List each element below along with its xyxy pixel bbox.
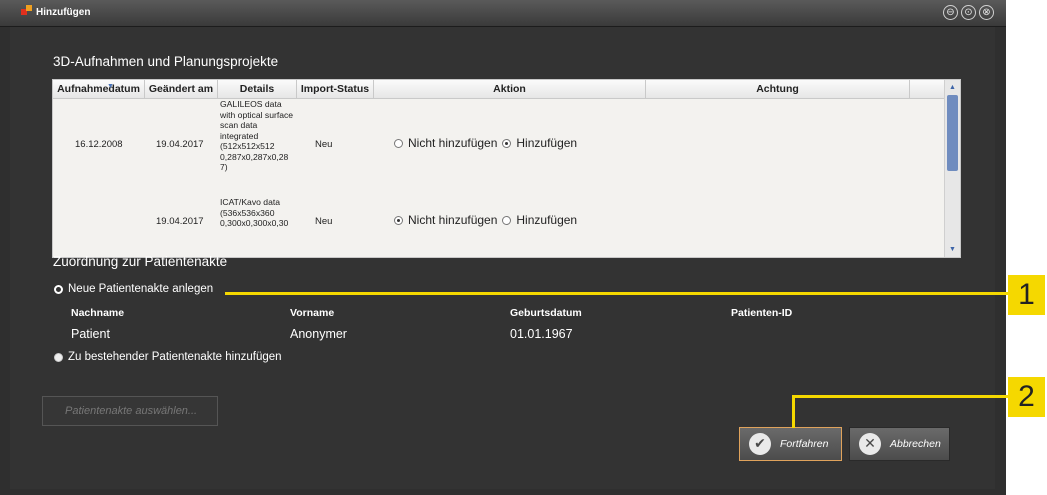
row2-details: ICAT/Kavo data (536x536x360 0,300x0,300x… [220,197,289,228]
row2-add-radio[interactable] [502,215,512,225]
callout-2-badge: 2 [1008,377,1045,417]
cancel-button[interactable]: ✕ Abbrechen [849,427,950,461]
row2-modified-date: 19.04.2017 [156,216,204,227]
patient-firstname: Anonymer [290,327,347,341]
row1-add-radio[interactable] [502,138,512,148]
scroll-down-icon[interactable]: ▼ [947,244,958,255]
existing-record-label[interactable]: Zu bestehender Patientenakte hinzufügen [68,351,282,363]
existing-record-radio[interactable] [54,352,63,362]
row2-skip-radio[interactable] [394,215,403,225]
row1-recorded-date: 16.12.2008 [75,139,123,150]
col-recorded-date[interactable]: ▼ Aufnahmedatum [53,80,145,98]
row1-action-group: Nicht hinzufügen Hinzufügen [394,136,582,150]
select-patient-record-button[interactable]: Patientenakte auswählen... [42,396,218,426]
row1-modified-date: 19.04.2017 [156,139,204,150]
sort-caret-icon: ▼ [107,83,114,90]
new-record-option[interactable]: Neue Patientenakte anlegen [54,283,213,295]
callout-2-line-horizontal [792,395,1011,398]
table-header: ▼ Aufnahmedatum Geändert am Details Impo… [53,80,944,99]
patient-lastname: Patient [71,327,110,341]
col-details[interactable]: Details [218,80,297,98]
app-logo-icon [21,5,33,17]
row1-import-status: Neu [315,139,333,150]
minimize-icon[interactable]: ⊖ [943,5,958,20]
scroll-up-icon[interactable]: ▲ [947,82,958,93]
firstname-header: Vorname [290,307,335,319]
row2-add-label[interactable]: Hinzufügen [516,213,577,227]
row1-details: GALILEOS data with optical surface scan … [220,99,294,172]
recordings-section-title: 3D-Aufnahmen und Planungsprojekte [53,54,279,69]
title-bar[interactable]: Hinzufügen ⊖ ⊙ ⊗ [0,0,1006,27]
check-icon: ✔ [749,433,771,455]
import-dialog-window: Hinzufügen ⊖ ⊙ ⊗ 3D-Aufnahmen und Planun… [0,0,1006,495]
col-warning[interactable]: Achtung [646,80,910,98]
col-modified[interactable]: Geändert am [145,80,218,98]
continue-button[interactable]: ✔ Fortfahren [739,427,842,461]
row1-skip-radio[interactable] [394,138,403,148]
row2-skip-label[interactable]: Nicht hinzufügen [408,213,497,227]
row2-action-group: Nicht hinzufügen Hinzufügen [394,213,582,227]
assignment-section-title: Zuordnung zur Patientenakte [53,254,228,269]
patient-id-header: Patienten-ID [731,307,793,319]
callout-1-line [225,292,1011,295]
close-icon[interactable]: ⊗ [979,5,994,20]
window-title: Hinzufügen [36,7,91,18]
cancel-x-icon: ✕ [859,433,881,455]
existing-record-option[interactable]: Zu bestehender Patientenakte hinzufügen [54,351,282,363]
new-record-radio[interactable] [54,284,63,294]
row2-import-status: Neu [315,216,333,227]
row1-add-label[interactable]: Hinzufügen [516,136,577,150]
scroll-thumb[interactable] [947,95,958,171]
table-scrollbar[interactable]: ▲ ▼ [944,80,960,257]
recordings-table: ▼ Aufnahmedatum Geändert am Details Impo… [52,79,961,258]
cancel-label: Abbrechen [890,438,941,450]
row1-skip-label[interactable]: Nicht hinzufügen [408,136,497,150]
callout-2-line-vertical [792,395,795,428]
birthdate-header: Geburtsdatum [510,307,582,319]
continue-label: Fortfahren [780,438,829,450]
callout-1-badge: 1 [1008,275,1045,315]
new-record-label[interactable]: Neue Patientenakte anlegen [68,283,213,295]
patient-birthdate: 01.01.1967 [510,327,573,341]
col-import-status[interactable]: Import-Status [297,80,374,98]
col-action[interactable]: Aktion [374,80,646,98]
lastname-header: Nachname [71,307,125,319]
maximize-icon[interactable]: ⊙ [961,5,976,20]
